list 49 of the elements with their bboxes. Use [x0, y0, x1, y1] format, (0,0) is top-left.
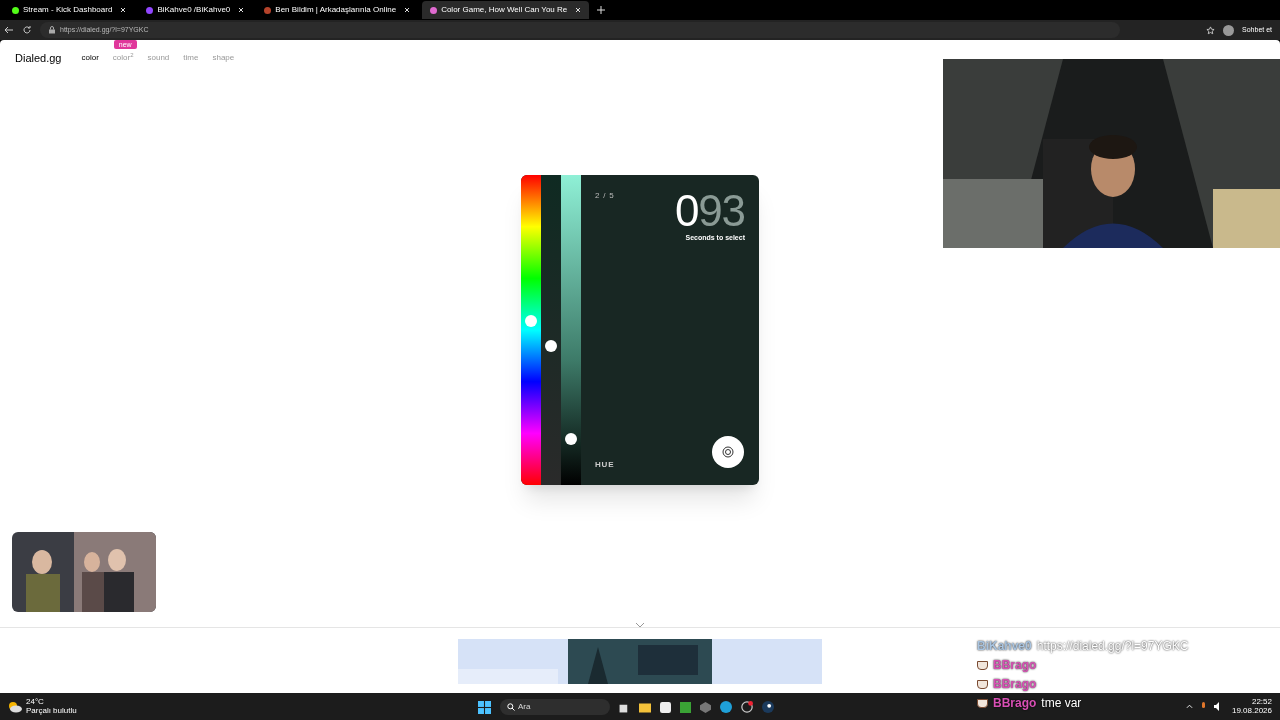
close-icon[interactable] [575, 7, 582, 13]
folder-icon[interactable] [639, 701, 651, 713]
tab-favicon-icon [430, 6, 438, 14]
saturation-slider[interactable] [541, 175, 561, 485]
tab-favicon-icon [146, 6, 154, 14]
clock-date: 19.08.2026 [1231, 707, 1272, 715]
new-tab-icon[interactable] [597, 6, 606, 14]
slider-thumb[interactable] [545, 339, 557, 352]
star-icon[interactable] [1206, 25, 1216, 35]
target-icon [722, 446, 734, 458]
timer: 093 [674, 189, 745, 233]
chat-username: BiKahve0 [977, 638, 1032, 655]
chat-username: BBrago [993, 676, 1037, 693]
profile-icon[interactable] [1223, 24, 1235, 36]
search-field[interactable]: Ara [500, 699, 610, 715]
tab-favicon-icon [264, 6, 272, 14]
lock-icon [48, 26, 56, 34]
lightness-slider[interactable] [561, 175, 581, 485]
chat-message: tme var [1041, 695, 1082, 712]
chat-username: BBrago [993, 695, 1037, 712]
chevron-up-icon[interactable] [1185, 704, 1193, 709]
chevron-icon[interactable] [635, 622, 645, 628]
reload-icon[interactable] [22, 25, 32, 35]
tab-favicon-icon [12, 6, 19, 14]
close-icon[interactable] [238, 7, 245, 13]
temperature: 24°C [26, 698, 45, 706]
hue-slider[interactable] [521, 175, 541, 485]
slider-thumb[interactable] [565, 432, 577, 445]
windows-icon[interactable] [478, 700, 491, 714]
close-icon[interactable] [120, 7, 127, 13]
nav-link[interactable]: color [81, 53, 99, 63]
submit-button[interactable] [712, 436, 744, 468]
browser-tab[interactable]: Color Game, How Well Can You Re [422, 1, 590, 19]
slider-thumb[interactable] [525, 314, 537, 327]
weather-condition: Parçalı bulutlu [26, 707, 77, 715]
slider-label: HUE [595, 459, 615, 471]
chat-username: BBrago [993, 657, 1037, 674]
microphone-icon[interactable] [1200, 702, 1206, 711]
back-icon[interactable] [4, 25, 14, 35]
site-logo[interactable]: Dialed.gg [15, 50, 62, 67]
chat-message: https://dialed.gg/?l=97YGKC [1036, 638, 1189, 655]
close-icon[interactable] [404, 7, 411, 13]
cube-icon[interactable] [700, 701, 711, 713]
clock-time: 22:52 [1251, 698, 1272, 706]
steam-icon[interactable] [762, 701, 774, 713]
round-counter: 2 / 5 [595, 190, 615, 202]
search-icon [507, 703, 515, 711]
record-icon[interactable] [741, 701, 753, 713]
weather-icon[interactable] [8, 700, 22, 713]
